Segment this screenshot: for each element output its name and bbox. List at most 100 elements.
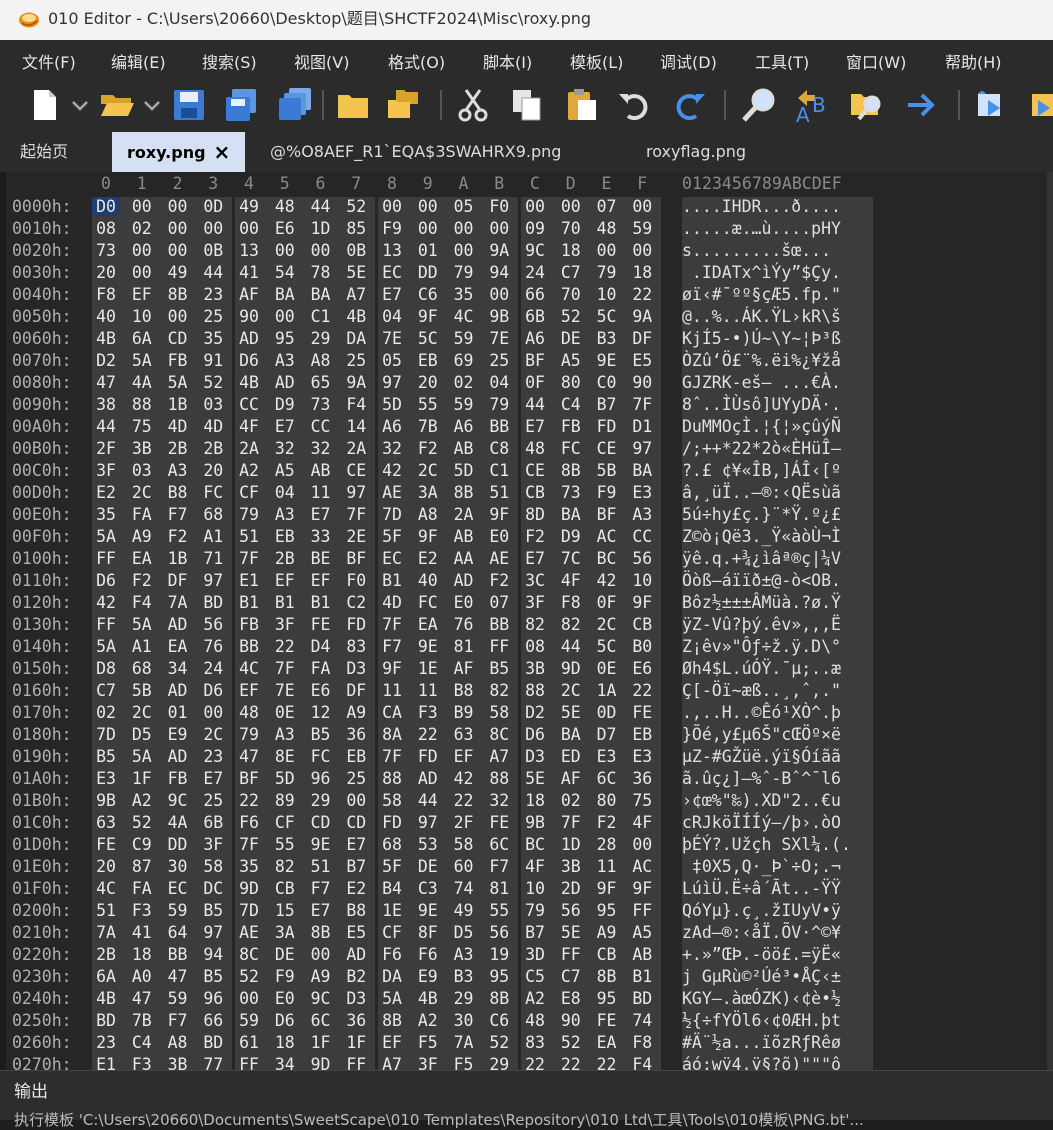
hex-byte[interactable]: A9 (342, 703, 370, 722)
hex-byte[interactable]: A1 (128, 637, 156, 656)
hex-byte[interactable]: 00 (628, 241, 656, 260)
save-all-icon[interactable] (276, 86, 314, 124)
hex-byte[interactable]: 41 (128, 923, 156, 942)
hex-byte[interactable]: AF (235, 285, 263, 304)
hex-byte[interactable]: EF (378, 1033, 406, 1052)
hex-byte[interactable]: 54 (271, 263, 299, 282)
hex-byte[interactable]: 4F (235, 417, 263, 436)
hex-byte[interactable]: 3A (271, 923, 299, 942)
hex-byte[interactable]: BB (485, 615, 513, 634)
hex-byte[interactable]: 5C (414, 329, 442, 348)
hex-byte[interactable]: B8 (450, 681, 478, 700)
save-icon[interactable] (170, 86, 208, 124)
hex-byte[interactable]: B5 (307, 725, 335, 744)
hex-byte[interactable]: 59 (235, 1011, 263, 1030)
hex-byte[interactable]: 10 (593, 285, 621, 304)
ascii-text[interactable]: KjÍ5-•)Ú~\Y~¦Þ³ß (682, 329, 841, 348)
hex-byte[interactable]: BC (593, 549, 621, 568)
hex-byte[interactable]: 70 (557, 285, 585, 304)
hex-byte[interactable]: 58 (485, 703, 513, 722)
hex-byte[interactable]: BA (557, 725, 585, 744)
hex-byte[interactable]: 22 (628, 285, 656, 304)
hex-byte[interactable]: 7B (414, 417, 442, 436)
hex-byte[interactable]: 85 (342, 219, 370, 238)
redo-icon[interactable] (670, 86, 708, 124)
hex-byte[interactable]: 07 (593, 197, 621, 216)
hex-byte[interactable]: 97 (199, 571, 227, 590)
hex-byte[interactable]: 73 (92, 241, 120, 260)
hex-byte[interactable]: D8 (92, 659, 120, 678)
hex-byte[interactable]: C2 (342, 593, 370, 612)
hex-byte[interactable]: 4F (557, 571, 585, 590)
hex-byte[interactable]: 8B (450, 483, 478, 502)
hex-byte[interactable]: FF (92, 549, 120, 568)
hex-byte[interactable]: 38 (92, 395, 120, 414)
hex-byte[interactable]: BD (199, 1033, 227, 1052)
hex-byte[interactable]: 5A (128, 351, 156, 370)
hex-byte[interactable]: 7A (164, 593, 192, 612)
cut-icon[interactable] (454, 86, 492, 124)
ascii-text[interactable]: +.»”ŒÞ.-öö£.=ÿË« (682, 945, 841, 964)
menu-format[interactable]: 格式(O) (388, 49, 445, 73)
ascii-text[interactable]: ½{÷fYÖl6‹¢0ÆH.þt (682, 1011, 841, 1030)
hex-byte[interactable]: FD (593, 417, 621, 436)
hex-byte[interactable]: 24 (521, 263, 549, 282)
hex-byte[interactable]: 3F (521, 593, 549, 612)
ascii-text[interactable]: zAd—®:‹åÏ.ÕV·^©¥ (682, 923, 841, 942)
hex-byte[interactable]: 96 (307, 769, 335, 788)
hex-byte[interactable]: 23 (199, 747, 227, 766)
hex-byte[interactable]: 55 (485, 901, 513, 920)
hex-byte[interactable]: 66 (199, 1011, 227, 1030)
hex-byte[interactable]: FE (307, 615, 335, 634)
hex-byte[interactable]: FF (557, 945, 585, 964)
hex-byte[interactable]: 79 (235, 505, 263, 524)
hex-byte[interactable]: 5D (450, 461, 478, 480)
hex-byte[interactable]: DA (342, 329, 370, 348)
hex-byte[interactable]: 4F (628, 813, 656, 832)
hex-byte[interactable]: 14 (342, 417, 370, 436)
hex-byte[interactable]: AD (450, 571, 478, 590)
hex-byte[interactable]: A3 (450, 945, 478, 964)
hex-byte[interactable]: 7F (628, 395, 656, 414)
hex-byte[interactable]: E0 (271, 989, 299, 1008)
hex-byte[interactable]: 88 (521, 681, 549, 700)
hex-byte[interactable]: 58 (199, 857, 227, 876)
hex-byte[interactable]: E7 (378, 285, 406, 304)
hex-byte[interactable]: D6 (521, 725, 549, 744)
hex-byte[interactable]: 05 (450, 197, 478, 216)
hex-byte[interactable]: 42 (593, 571, 621, 590)
hex-byte[interactable]: E9 (414, 967, 442, 986)
hex-byte[interactable]: D9 (271, 395, 299, 414)
hex-byte[interactable]: 00 (628, 197, 656, 216)
hex-byte[interactable]: 12 (307, 703, 335, 722)
hex-byte[interactable]: A3 (271, 505, 299, 524)
hex-byte[interactable]: AC (628, 857, 656, 876)
hex-byte[interactable]: FE (92, 835, 120, 854)
hex-byte[interactable]: 32 (271, 439, 299, 458)
hex-byte[interactable]: 5A (164, 373, 192, 392)
hex-byte[interactable]: 90 (235, 307, 263, 326)
hex-byte[interactable]: B5 (199, 967, 227, 986)
hex-byte[interactable]: BD (199, 593, 227, 612)
hex-byte[interactable]: 7E (271, 681, 299, 700)
hex-byte[interactable]: 3C (521, 571, 549, 590)
hex-byte[interactable]: 9B (92, 791, 120, 810)
hex-byte[interactable]: EF (271, 571, 299, 590)
hex-byte[interactable]: F2 (521, 527, 549, 546)
ascii-text[interactable]: 5ú÷hy£ç.}¨*Ÿ.º¿£ (682, 505, 841, 524)
hex-byte[interactable]: 44 (307, 197, 335, 216)
hex-byte[interactable]: 34 (164, 659, 192, 678)
hex-byte[interactable]: 80 (557, 373, 585, 392)
hex-byte[interactable]: 9F (378, 659, 406, 678)
hex-byte[interactable]: 40 (92, 307, 120, 326)
hex-byte[interactable]: 03 (128, 461, 156, 480)
hex-byte[interactable]: 13 (235, 241, 263, 260)
hex-byte[interactable]: A3 (628, 505, 656, 524)
hex-byte[interactable]: 20 (414, 373, 442, 392)
hex-byte[interactable]: D6 (271, 1011, 299, 1030)
hex-byte[interactable]: 94 (485, 263, 513, 282)
menu-file[interactable]: 文件(F) (22, 49, 76, 73)
hex-byte[interactable]: 1D (307, 219, 335, 238)
hex-byte[interactable]: 3B (557, 857, 585, 876)
hex-byte[interactable]: 52 (342, 197, 370, 216)
